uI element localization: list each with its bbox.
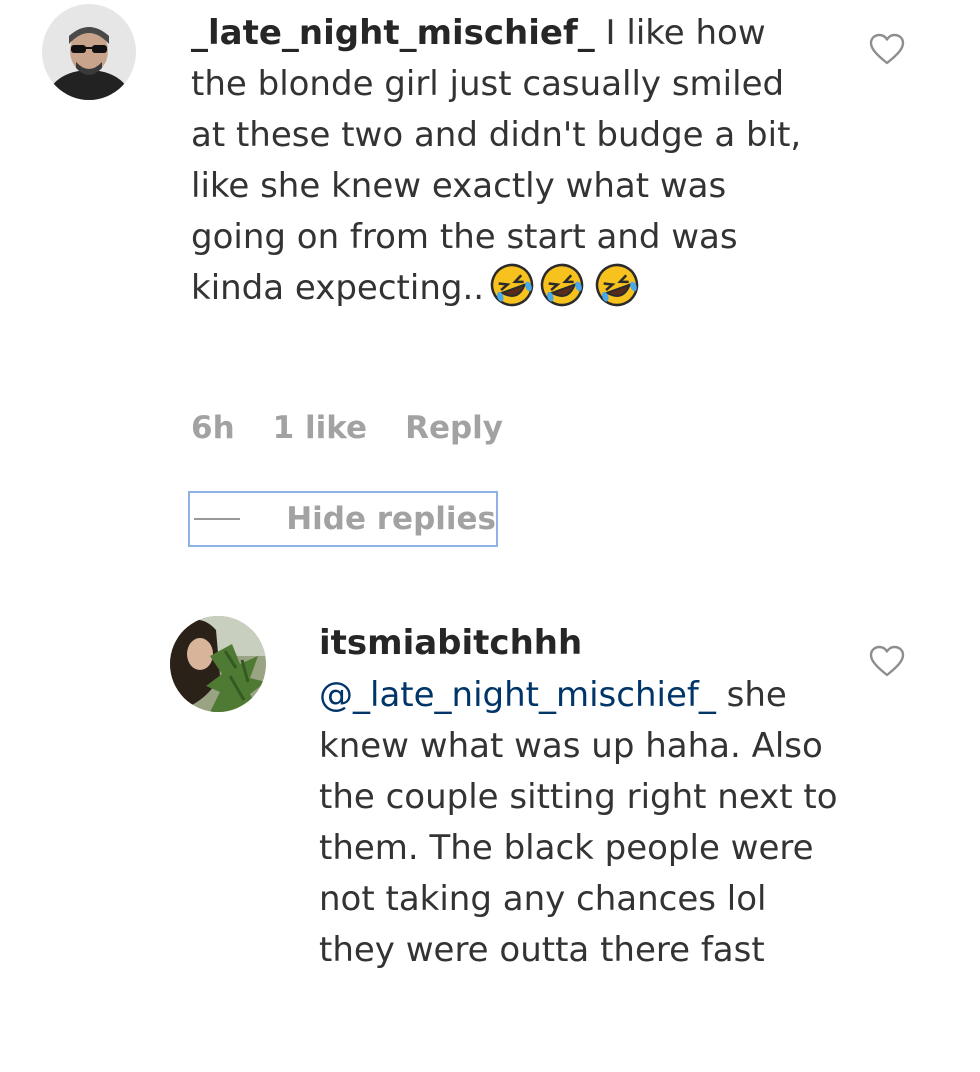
comment-meta: 6h 1 like Reply xyxy=(191,404,503,452)
comment-time[interactable]: 6h xyxy=(191,404,235,452)
comments-panel: _late_night_mischief_ I like how the blo… xyxy=(0,0,980,1072)
rolling-on-floor-laughing-emoji xyxy=(490,263,534,307)
hide-replies-label: Hide replies xyxy=(286,501,496,537)
like-heart-icon[interactable] xyxy=(869,645,905,677)
like-heart-icon[interactable] xyxy=(869,33,905,65)
reply-body: @_late_night_mischief_ she knew what was… xyxy=(319,670,839,976)
comment-username[interactable]: _late_night_mischief_ xyxy=(191,13,595,53)
reply-text: she knew what was up haha. Also the coup… xyxy=(319,675,838,970)
hide-replies-button[interactable]: Hide replies xyxy=(188,491,498,547)
reply-username[interactable]: itsmiabitchhh xyxy=(319,618,582,669)
avatar[interactable] xyxy=(170,616,266,712)
rolling-on-floor-laughing-emoji xyxy=(540,263,584,307)
comment-likes[interactable]: 1 like xyxy=(273,404,367,452)
rolling-on-floor-laughing-emoji xyxy=(595,263,639,307)
comment-body: _late_night_mischief_ I like how the blo… xyxy=(191,8,811,314)
avatar[interactable] xyxy=(42,4,136,100)
reply-button[interactable]: Reply xyxy=(405,404,503,452)
divider-line xyxy=(194,518,241,520)
reply-mention[interactable]: @_late_night_mischief_ xyxy=(319,675,716,715)
